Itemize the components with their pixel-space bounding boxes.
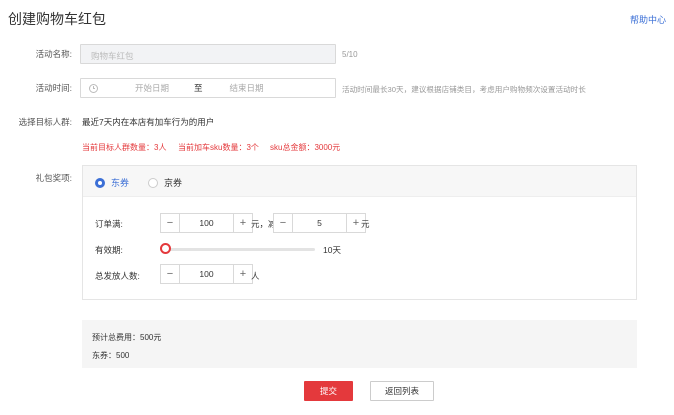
validity-label: 有效期:	[95, 245, 123, 255]
submit-button[interactable]: 提交	[304, 381, 353, 401]
gift-label: 礼包奖项:	[35, 173, 72, 183]
gift-panel: 东券 京券 订单满: − 100 + 元，减 − 5 + 元 有效期: 10天 …	[82, 165, 637, 300]
slider-track	[160, 248, 315, 251]
tab-dongquan[interactable]: 东券	[95, 176, 129, 189]
activity-name-input[interactable]: 购物车红包	[80, 44, 336, 64]
summary-coupon: 东券：500	[92, 351, 130, 360]
tab-jingquan-label: 京券	[164, 178, 183, 188]
gift-tabs: 东券 京券	[83, 166, 636, 197]
total-label: 总发放人数:	[95, 271, 140, 281]
date-separator: 至	[194, 83, 203, 93]
total-stepper[interactable]: − 100 +	[160, 264, 253, 284]
activity-name-counter: 5/10	[342, 50, 358, 59]
activity-time-hint: 活动时间最长30天，建议根据店铺类目，考虑用户购物频次设置活动时长	[342, 85, 586, 94]
tab-jingquan[interactable]: 京券	[148, 176, 182, 189]
activity-name-value: 购物车红包	[91, 51, 134, 61]
stat-sku-amount: sku总金额：3000元	[270, 143, 341, 152]
validity-slider[interactable]	[160, 243, 315, 255]
tab-dongquan-label: 东券	[111, 178, 130, 188]
order-stepper[interactable]: − 100 +	[160, 213, 253, 233]
end-date-input[interactable]: 结束日期	[217, 82, 277, 94]
activity-time-label: 活动时间:	[35, 83, 72, 93]
order-minus-button[interactable]: −	[160, 213, 180, 233]
summary-total-cost: 预计总费用：500元	[92, 333, 162, 342]
discount-stepper[interactable]: − 5 +	[273, 213, 366, 233]
radio-selected-icon	[95, 177, 105, 188]
order-label: 订单满:	[95, 219, 123, 229]
target-group-desc: 最近7天内在本店有加车行为的用户	[82, 117, 215, 127]
discount-unit: 元	[361, 219, 370, 229]
activity-name-label: 活动名称:	[35, 49, 72, 59]
order-value[interactable]: 100	[180, 213, 233, 233]
total-minus-button[interactable]: −	[160, 264, 180, 284]
slider-thumb[interactable]	[160, 243, 171, 254]
validity-value: 10天	[323, 245, 341, 255]
total-value[interactable]: 100	[180, 264, 233, 284]
discount-value[interactable]: 5	[293, 213, 346, 233]
radio-unselected-icon	[148, 177, 158, 188]
total-unit: 人	[251, 271, 260, 281]
summary-panel: 预计总费用：500元 东券：500	[82, 320, 637, 368]
start-date-input[interactable]: 开始日期	[122, 82, 182, 94]
clock-icon	[89, 83, 98, 93]
target-group-label: 选择目标人群:	[18, 117, 72, 127]
page-title: 创建购物车红包	[8, 11, 106, 27]
discount-minus-button[interactable]: −	[273, 213, 293, 233]
total-plus-button[interactable]: +	[233, 264, 253, 284]
stat-cart-sku: 当前加车sku数量：3个	[178, 143, 259, 152]
back-to-list-button[interactable]: 返回列表	[370, 381, 434, 401]
help-center-link[interactable]: 帮助中心	[630, 13, 666, 26]
order-plus-button[interactable]: +	[233, 213, 253, 233]
date-range-picker[interactable]: 开始日期 至 结束日期	[80, 78, 336, 98]
stat-target-people: 当前目标人群数量：3人	[82, 143, 167, 152]
